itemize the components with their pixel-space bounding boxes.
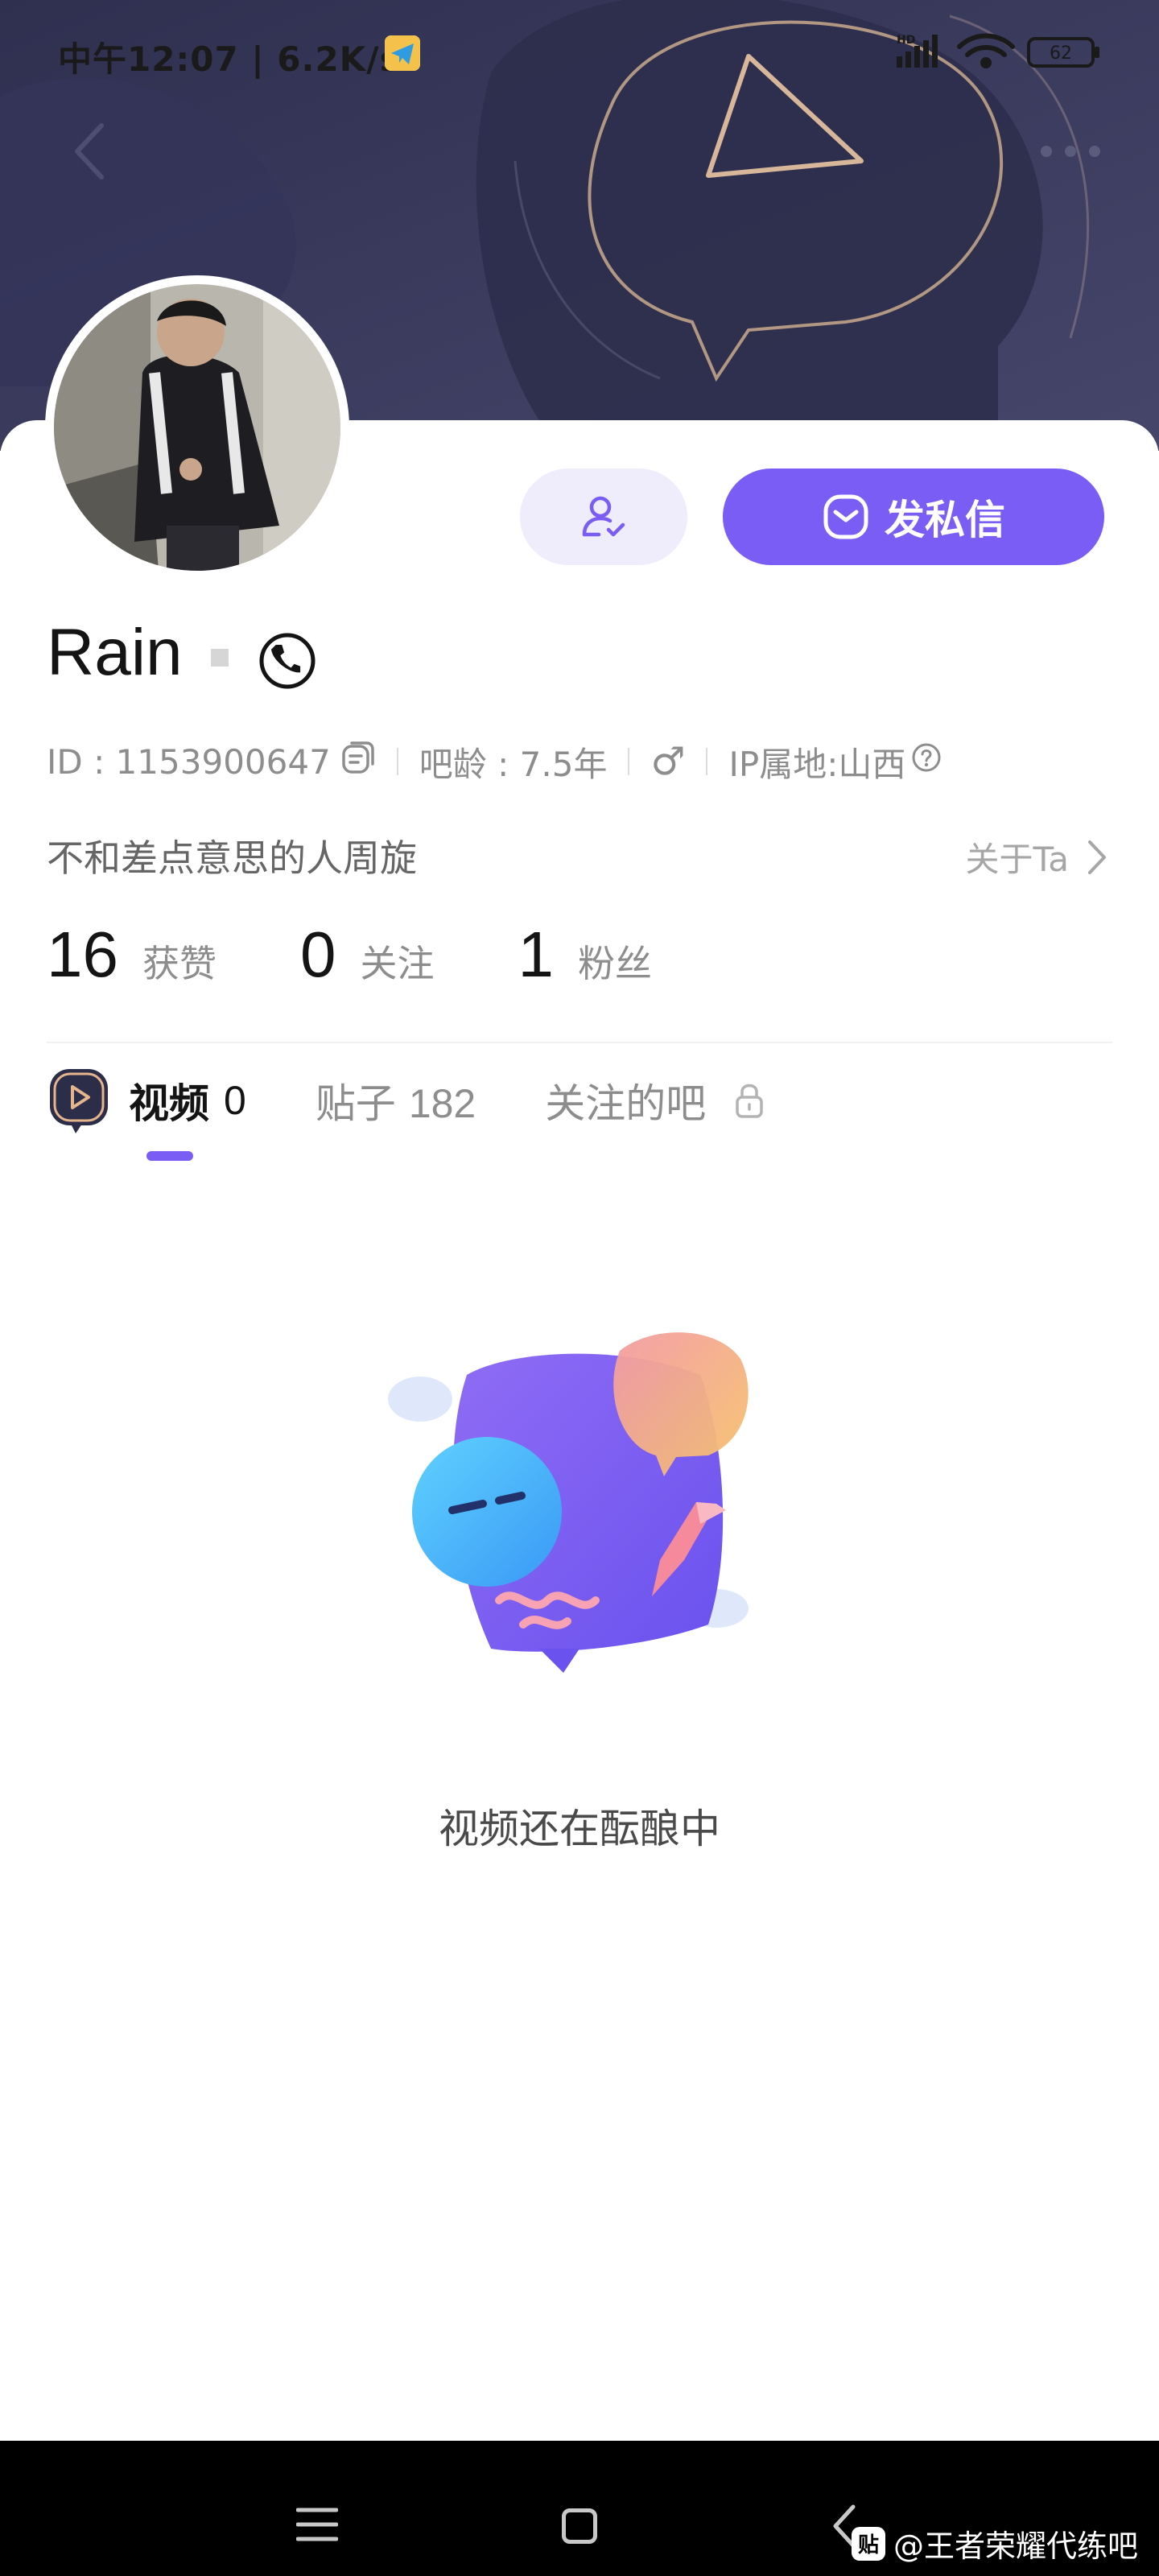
stat-fans-value: 1: [518, 919, 554, 990]
watermark-text: @王者荣耀代练吧: [893, 2529, 1138, 2564]
send-message-button[interactable]: 发私信: [723, 469, 1104, 565]
tab-posts[interactable]: 贴子 182: [316, 1071, 476, 1129]
telegram-icon: [385, 35, 420, 71]
hd-badge: HD: [897, 34, 915, 47]
avatar[interactable]: [45, 275, 349, 580]
active-tab-indicator: [146, 1151, 193, 1161]
user-id: ID : 1153900647: [47, 741, 331, 782]
tieba-logo-icon: 贴: [851, 2526, 885, 2561]
tab-posts-count: 182: [408, 1081, 476, 1126]
stat-likes-label: 获赞: [142, 942, 217, 985]
gender-male-icon: ♂: [650, 739, 686, 784]
stat-likes[interactable]: 16 获赞: [47, 918, 217, 992]
back-button[interactable]: [64, 119, 121, 184]
stat-fans-label: 粉丝: [577, 942, 652, 985]
tab-posts-label: 贴子: [315, 1080, 396, 1127]
stat-following[interactable]: 0 关注: [300, 918, 435, 992]
video-tab-icon: [50, 1069, 108, 1133]
profile-meta: ID : 1153900647 吧龄 : 7.5年 ♂ IP属地:山西: [47, 737, 942, 786]
tab-forums-label: 关注的吧: [545, 1080, 707, 1127]
stat-likes-value: 16: [47, 919, 118, 990]
status-icons: HD 62: [897, 33, 1099, 68]
meta-divider: [706, 748, 708, 775]
level-badge: [211, 649, 229, 667]
tab-followed-forums[interactable]: 关注的吧: [545, 1071, 765, 1129]
content-tabs: 视频 0 贴子 182 关注的吧: [47, 1056, 765, 1161]
system-navigation-bar: 贴 @王者荣耀代练吧: [0, 2441, 1159, 2576]
phone-icon[interactable]: [258, 631, 317, 691]
user-check-icon: [582, 496, 625, 537]
chevron-left-icon: [75, 123, 104, 180]
section-divider: [47, 1042, 1112, 1043]
stat-fans[interactable]: 1 粉丝: [518, 918, 652, 992]
bio: 不和差点意思的人周旋: [47, 836, 417, 880]
battery-icon: 62: [1027, 37, 1099, 68]
recent-apps-button[interactable]: [296, 2507, 338, 2542]
empty-state-message: 视频还在酝酿中: [439, 1806, 720, 1852]
home-button[interactable]: [562, 2508, 597, 2544]
follow-button[interactable]: [520, 469, 687, 565]
more-dots-icon: [1041, 146, 1100, 157]
status-time: 中午12:07 | 6.2K/s: [58, 39, 401, 79]
stat-following-value: 0: [299, 919, 336, 990]
status-bar: 中午12:07 | 6.2K/s HD 62: [0, 0, 1159, 105]
copy-icon[interactable]: [340, 740, 376, 783]
watermark: 贴 @王者荣耀代练吧: [851, 2521, 1138, 2566]
tab-videos[interactable]: 视频 0: [47, 1066, 246, 1161]
lock-icon: [736, 1084, 763, 1118]
avatar-photo: [54, 284, 340, 571]
empty-state-illustration: [388, 1332, 749, 1673]
help-icon[interactable]: [910, 741, 942, 782]
about-label: 关于Ta: [965, 840, 1069, 879]
wifi-icon: [957, 33, 1015, 68]
tab-videos-label: 视频: [129, 1080, 209, 1127]
about-link[interactable]: 关于Ta: [966, 832, 1107, 881]
tab-videos-count: 0: [224, 1078, 246, 1123]
forum-age: 吧龄 : 7.5年: [419, 744, 608, 784]
message-icon: [823, 494, 868, 539]
meta-divider: [628, 748, 630, 775]
battery-level: 62: [1050, 43, 1072, 64]
chevron-right-icon: [1088, 840, 1106, 874]
username: Rain: [47, 616, 183, 689]
send-message-label: 发私信: [885, 497, 1005, 543]
meta-divider: [396, 748, 398, 775]
profile-stats: 16 获赞 0 关注 1 粉丝: [47, 918, 736, 992]
ip-location: IP属地:山西: [728, 744, 906, 784]
stat-following-label: 关注: [360, 942, 435, 985]
more-button[interactable]: [1030, 135, 1111, 167]
